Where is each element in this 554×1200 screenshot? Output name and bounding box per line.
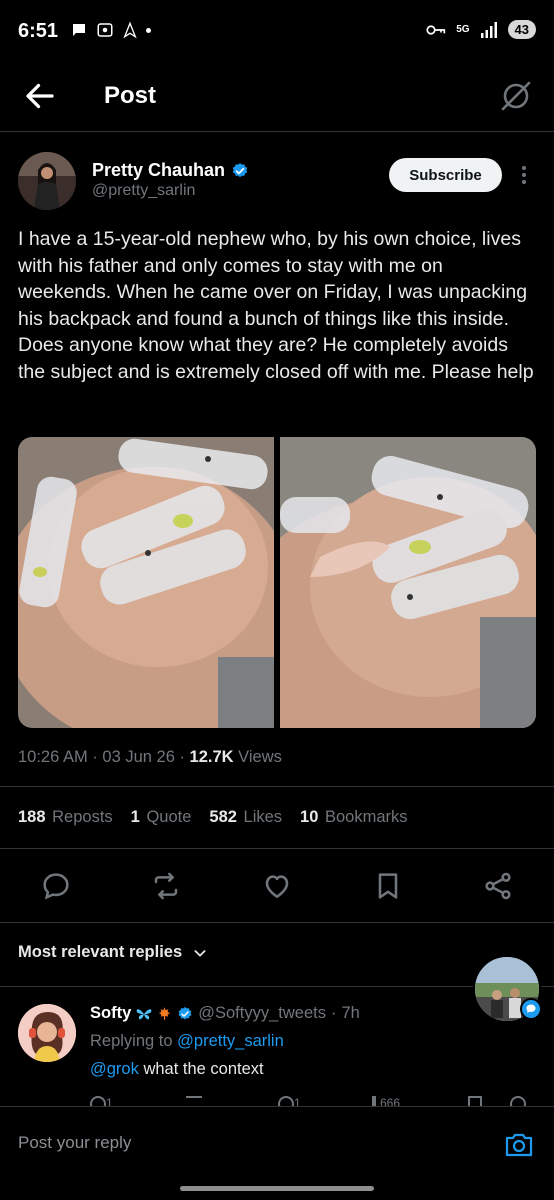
- home-indicator[interactable]: [180, 1186, 374, 1191]
- reply-share[interactable]: [510, 1096, 526, 1106]
- author-name-row[interactable]: Pretty Chauhan: [92, 160, 249, 181]
- subscribe-button[interactable]: Subscribe: [389, 158, 502, 192]
- screenshot-icon: [97, 23, 113, 37]
- battery-indicator: 43: [507, 20, 536, 39]
- dot-icon: [146, 27, 151, 33]
- actions-divider: [0, 922, 554, 923]
- reply-composer: [0, 1106, 554, 1180]
- grok-icon[interactable]: [498, 78, 534, 114]
- reply-avatar-image: [18, 1004, 76, 1062]
- reply-views-count[interactable]: 666: [372, 1096, 400, 1106]
- repost-icon[interactable]: [150, 870, 182, 902]
- status-system-icons: 5G 43: [426, 20, 536, 39]
- verified-badge-icon: [178, 1006, 192, 1019]
- navigation-arrow-icon: [123, 21, 137, 39]
- author-handle[interactable]: @pretty_sarlin: [92, 182, 195, 200]
- stat-bookmarks[interactable]: 10 Bookmarks: [300, 808, 407, 827]
- stat-reposts[interactable]: 188 Reposts: [18, 808, 113, 827]
- chat-bubble-icon: [73, 24, 85, 36]
- network-type: 5G: [456, 24, 470, 35]
- chevron-down-icon[interactable]: [192, 945, 208, 961]
- reply-icon[interactable]: [40, 870, 72, 902]
- post-media[interactable]: [18, 437, 536, 728]
- post-text: I have a 15-year-old nephew who, by his …: [18, 228, 534, 383]
- status-notification-icons: [70, 21, 151, 39]
- replies-divider: [0, 986, 554, 987]
- replying-to: Replying to @pretty_sarlin: [90, 1032, 284, 1051]
- stats-divider: [0, 848, 554, 849]
- author-avatar[interactable]: [18, 152, 76, 210]
- post-actions: [0, 866, 554, 906]
- status-time: 6:51: [18, 20, 59, 42]
- reply-repost-count[interactable]: [186, 1096, 202, 1106]
- meta-divider: [0, 786, 554, 787]
- top-bar: Post: [0, 64, 554, 128]
- butterfly-icon: [136, 1008, 152, 1019]
- reply-mention-link[interactable]: @grok: [90, 1060, 139, 1078]
- share-icon[interactable]: [482, 870, 514, 902]
- key-icon: [426, 24, 446, 35]
- reply-bookmark[interactable]: [468, 1096, 482, 1106]
- replying-to-link[interactable]: @pretty_sarlin: [177, 1032, 284, 1050]
- back-arrow-icon[interactable]: [22, 78, 58, 114]
- reply-author-handle[interactable]: @Softyyy_tweets: [198, 1004, 326, 1023]
- verified-badge-icon: [232, 162, 248, 177]
- reply-text: what the context: [143, 1060, 264, 1078]
- post-stats: 188 Reposts 1 Quote 582 Likes 10 Bookmar…: [18, 808, 408, 827]
- post-meta: 10:26 AM · 03 Jun 26 · 12.7K Views: [18, 748, 282, 766]
- reply-avatar[interactable]: [18, 1004, 76, 1062]
- reply-author-name[interactable]: Softy: [90, 1004, 131, 1023]
- top-divider: [0, 131, 554, 132]
- replies-sort-dropdown[interactable]: Most relevant replies: [18, 943, 208, 962]
- post-image-2[interactable]: [280, 437, 536, 728]
- reply-actions-row: 1 1 666: [90, 1094, 530, 1106]
- reply-dot: ·: [330, 1004, 337, 1022]
- bookmark-icon[interactable]: [372, 870, 404, 902]
- post-views-count[interactable]: 12.7K: [190, 748, 234, 766]
- reply-age: 7h: [341, 1004, 360, 1022]
- camera-icon[interactable]: [503, 1129, 535, 1161]
- status-bar: 6:51 5G 43: [0, 0, 554, 64]
- reply-header: Softy @Softyyy_tweets · 7h: [90, 1004, 360, 1023]
- post-time: 10:26 AM: [18, 748, 88, 766]
- reply-like-count[interactable]: 1: [278, 1096, 301, 1106]
- like-icon[interactable]: [261, 870, 293, 902]
- stat-likes[interactable]: 582 Likes: [209, 808, 282, 827]
- replies-sort-label[interactable]: Most relevant replies: [18, 943, 182, 962]
- stat-quotes[interactable]: 1 Quote: [131, 808, 192, 827]
- signal-icon: [480, 21, 497, 38]
- reply-input[interactable]: [18, 1133, 458, 1153]
- spaces-badge-icon: [520, 998, 542, 1020]
- post-views-label[interactable]: Views: [238, 748, 282, 766]
- page-title: Post: [104, 82, 157, 109]
- author-name[interactable]: Pretty Chauhan: [92, 160, 225, 181]
- replying-prefix: Replying to: [90, 1032, 173, 1050]
- reply-reply-count[interactable]: 1: [90, 1096, 113, 1106]
- post-image-1[interactable]: [18, 437, 274, 728]
- maple-leaf-icon: [159, 1007, 171, 1020]
- post-date: 03 Jun 26: [102, 748, 175, 766]
- author-avatar-image: [18, 152, 76, 210]
- more-options-icon[interactable]: [516, 162, 532, 188]
- reply-body: @grok what the context: [90, 1060, 264, 1079]
